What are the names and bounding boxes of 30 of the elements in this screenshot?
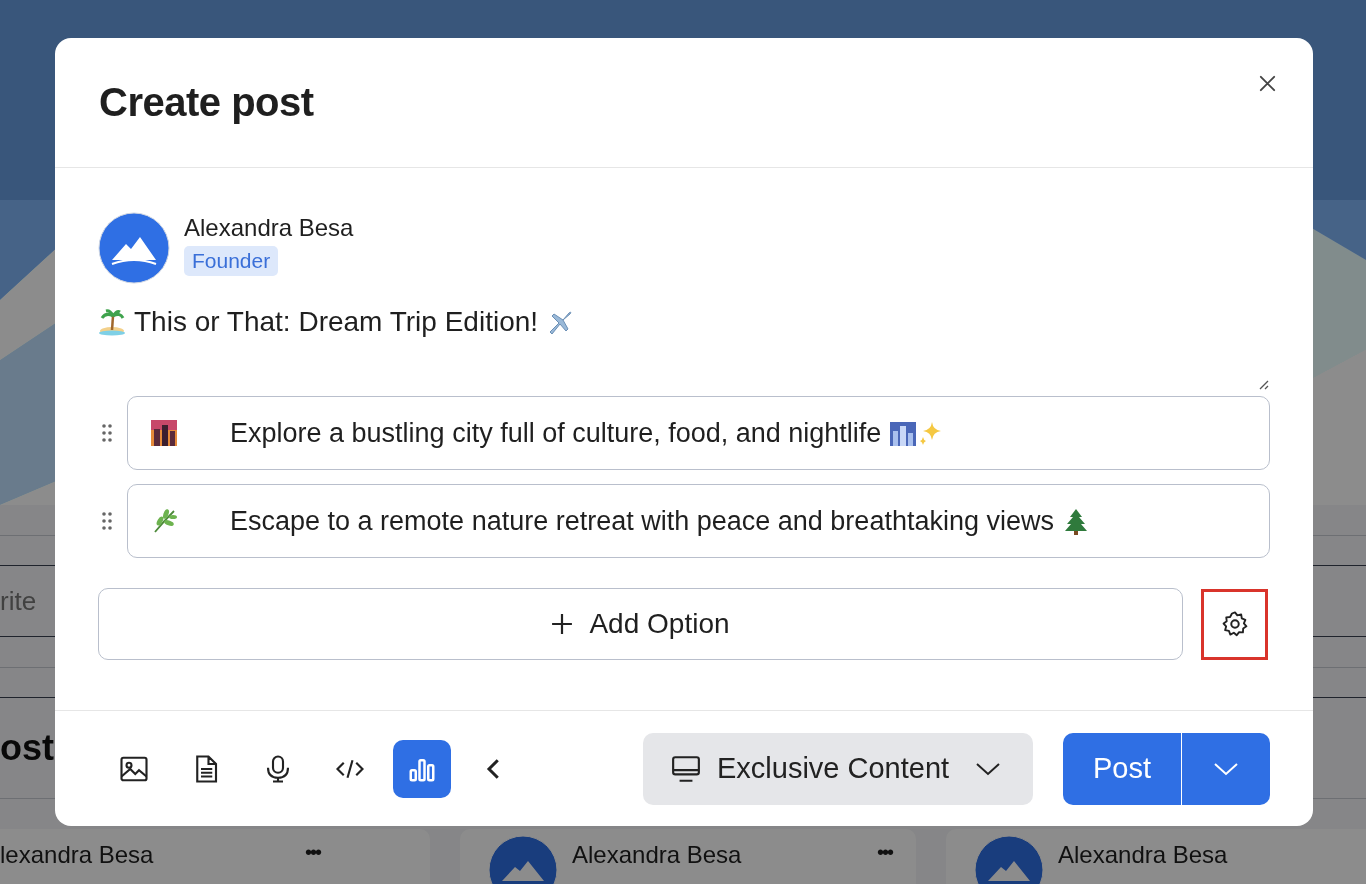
- option-field[interactable]: Escape to a remote nature retreat with peace and breathtaking views: [127, 484, 1270, 558]
- avatar-icon: [98, 212, 170, 284]
- audience-dropdown[interactable]: Exclusive Content: [643, 732, 1033, 805]
- cityscape-icon: [889, 419, 918, 447]
- close-icon[interactable]: [1258, 74, 1277, 93]
- settings-icon[interactable]: [1220, 610, 1249, 638]
- author-name: Alexandra Besa: [572, 840, 743, 869]
- chevron-down-icon: [1213, 760, 1239, 777]
- city-icon: [150, 419, 178, 447]
- tree-icon: [1062, 507, 1090, 535]
- more-button[interactable]: •••: [877, 840, 902, 864]
- drag-handle-icon[interactable]: [101, 423, 113, 443]
- poll-tool-button[interactable]: [393, 739, 451, 798]
- plus-icon: [551, 613, 574, 635]
- drag-handle-icon[interactable]: [101, 511, 113, 531]
- post-text-field[interactable]: This or That: Dream Trip Edition!: [98, 288, 1270, 396]
- add-option-button[interactable]: Add Option: [98, 588, 1183, 660]
- island-icon: [98, 308, 126, 336]
- dialog-title: Create post: [99, 80, 314, 125]
- more-button[interactable]: •••: [305, 840, 330, 864]
- monitor-icon: [671, 754, 701, 783]
- author-name: Alexandra Besa: [1058, 840, 1229, 869]
- author-name: Alexandra Besa: [184, 214, 354, 242]
- option-field[interactable]: Explore a bustling city full of culture, food, and nightlife: [127, 396, 1270, 470]
- post-options-button[interactable]: [1182, 732, 1270, 805]
- post-button[interactable]: Post: [1063, 732, 1182, 805]
- role-badge: Founder: [184, 246, 279, 276]
- chevron-down-icon: [975, 760, 1002, 777]
- author-name: lexandra Besa: [0, 840, 155, 869]
- resize-handle-icon[interactable]: [1257, 378, 1269, 390]
